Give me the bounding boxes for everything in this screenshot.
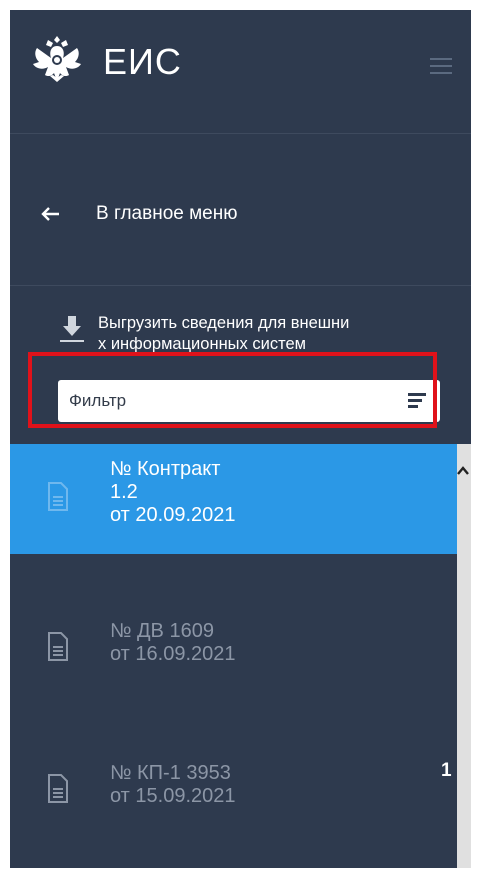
back-label: В главное меню: [96, 203, 238, 224]
document-icon: [48, 482, 68, 511]
scrollbar[interactable]: [457, 444, 471, 868]
back-to-main-menu-link[interactable]: В главное меню: [10, 196, 471, 236]
sidebar-header: ЕИС: [10, 10, 471, 134]
side-counter: 1: [441, 760, 452, 781]
document-title: № Контракт 1.2 от 20.09.2021: [110, 458, 236, 527]
document-line: от 20.09.2021: [110, 504, 236, 526]
export-label: Выгрузить сведения для внешни х информац…: [98, 313, 458, 355]
arrow-left-icon: [41, 207, 59, 221]
document-item-3[interactable]: № КП-1 3953 от 15.09.2021: [10, 752, 457, 832]
document-icon: [48, 632, 68, 661]
download-icon: [60, 316, 84, 342]
export-label-line1: Выгрузить сведения для внешни: [98, 314, 350, 332]
russian-emblem-icon: [33, 36, 81, 82]
app-title: ЕИС: [103, 41, 182, 82]
document-line: от 15.09.2021: [110, 785, 236, 807]
document-line: 1.2: [110, 481, 138, 503]
document-line: от 16.09.2021: [110, 643, 236, 665]
document-title: № ДВ 1609 от 16.09.2021: [110, 620, 236, 666]
document-title: № КП-1 3953 от 15.09.2021: [110, 762, 236, 808]
document-icon: [48, 774, 68, 803]
document-line: № КП-1 3953: [110, 762, 231, 784]
document-item-2[interactable]: № ДВ 1609 от 16.09.2021: [10, 610, 457, 690]
chevron-up-icon[interactable]: [456, 462, 470, 480]
sidebar-panel: ЕИС В главное меню Выгрузить сведения дл…: [10, 10, 471, 868]
filter-highlight-frame: [28, 352, 437, 428]
document-line: № ДВ 1609: [110, 620, 214, 642]
divider: [10, 285, 471, 286]
document-item-1[interactable]: № Контракт 1.2 от 20.09.2021: [10, 444, 457, 554]
hamburger-icon[interactable]: [430, 58, 452, 76]
document-line: № Контракт: [110, 458, 221, 480]
